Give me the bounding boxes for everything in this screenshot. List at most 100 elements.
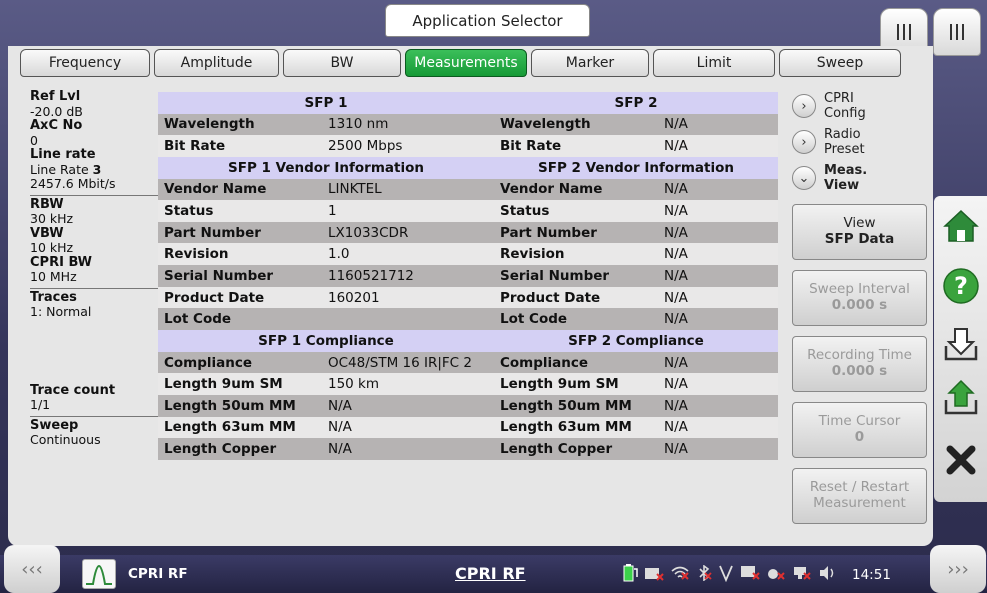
row-label: Length 50um MM xyxy=(494,394,658,417)
app-thumbnail-icon[interactable] xyxy=(82,559,116,589)
traces-label: Traces xyxy=(30,289,77,305)
row-label: Bit Rate xyxy=(158,135,322,157)
status-column: Ref Lvl -20.0 dB AxC No 0 Line rate Line… xyxy=(30,89,158,448)
recall-icon[interactable] xyxy=(937,374,985,422)
time-cursor-label: Time Cursor xyxy=(818,413,901,429)
radio-preset-item[interactable]: › Radio Preset xyxy=(786,124,928,160)
chevrons-left-icon: ‹‹‹ xyxy=(21,558,43,580)
row-label: Revision xyxy=(494,243,658,266)
sfp1-vendor-header: SFP 1 Vendor Information xyxy=(158,156,494,179)
ref-lvl-value: -20.0 dB xyxy=(30,103,83,119)
sfp1-value: N/A xyxy=(322,416,494,439)
sweep-value: Continuous xyxy=(30,432,101,447)
sfp2-value: N/A xyxy=(658,373,778,395)
sfp2-value: N/A xyxy=(658,351,778,374)
app-selector-title[interactable]: Application Selector xyxy=(385,4,590,37)
row-label: Part Number xyxy=(494,221,658,244)
sweep-interval-label: Sweep Interval xyxy=(809,281,910,297)
tab-amplitude[interactable]: Amplitude xyxy=(154,49,279,77)
current-app-label[interactable]: CPRI RF xyxy=(128,566,188,582)
table-row: Length 63um MM N/A Length 63um MM N/A xyxy=(158,416,778,439)
row-label: Product Date xyxy=(494,286,658,309)
table-row: Compliance OC48/STM 16 IR|FC 2 Compliance… xyxy=(158,351,778,374)
row-label: Serial Number xyxy=(158,265,322,287)
network-icon xyxy=(794,567,811,580)
view-sfp-data-button[interactable]: View SFP Data xyxy=(792,204,927,260)
row-label: Wavelength xyxy=(158,113,322,136)
radio-preset-label-1: Radio xyxy=(824,127,861,142)
line-rate-number: 3 xyxy=(92,161,102,177)
sweep-interval-button[interactable]: Sweep Interval 0.000 s xyxy=(792,270,927,326)
sfp-data-label: SFP Data xyxy=(824,231,895,247)
row-label: Lot Code xyxy=(494,308,658,331)
sfp1-value: LINKTEL xyxy=(322,178,494,201)
table-row: Vendor Name LINKTEL Vendor Name N/A xyxy=(158,178,778,201)
row-label: Wavelength xyxy=(494,113,658,136)
meas-view-item[interactable]: ⌄ Meas. View xyxy=(786,160,928,196)
sfp2-vendor-header: SFP 2 Vendor Information xyxy=(494,156,778,179)
divider xyxy=(30,194,158,196)
table-header-row: SFP 1 Compliance SFP 2 Compliance xyxy=(158,330,778,352)
tab-limit[interactable]: Limit xyxy=(653,49,775,77)
tab-sweep[interactable]: Sweep xyxy=(779,49,901,77)
system-icon-strip: ? xyxy=(934,196,987,502)
storage-icon xyxy=(645,568,664,581)
sweep-interval-value: 0.000 s xyxy=(831,297,888,313)
help-icon[interactable]: ? xyxy=(937,262,985,310)
recording-time-value: 0.000 s xyxy=(831,363,888,379)
row-label: Length 9um SM xyxy=(494,373,658,395)
table-row: Length Copper N/A Length Copper N/A xyxy=(158,438,778,460)
tab-measurements[interactable]: Measurements xyxy=(405,49,527,77)
axc-label: AxC No xyxy=(30,118,83,133)
menu-handle-right[interactable] xyxy=(933,8,981,56)
row-label: Compliance xyxy=(158,351,322,374)
status-icon-tray xyxy=(622,563,836,583)
divider xyxy=(30,287,158,289)
trace-count-label: Trace count xyxy=(30,382,116,398)
right-drawer-handle[interactable]: ››› xyxy=(930,545,986,593)
screen-icon xyxy=(741,566,760,580)
ref-lvl-label: Ref Lvl xyxy=(30,89,81,104)
reset-restart-label: Reset / Restart xyxy=(809,479,910,495)
sfp2-value: N/A xyxy=(658,178,778,201)
table-row: Bit Rate 2500 Mbps Bit Rate N/A xyxy=(158,135,778,157)
time-cursor-value: 0 xyxy=(854,429,865,445)
sfp1-value: 160201 xyxy=(322,286,494,309)
cpri-config-item[interactable]: › CPRI Config xyxy=(786,88,928,124)
time-cursor-button[interactable]: Time Cursor 0 xyxy=(792,402,927,458)
bluetooth-icon xyxy=(699,565,712,581)
tab-marker[interactable]: Marker xyxy=(531,49,649,77)
row-label: Bit Rate xyxy=(494,135,658,157)
sfp1-header: SFP 1 xyxy=(158,92,494,114)
tab-frequency[interactable]: Frequency xyxy=(20,49,150,77)
recording-time-label: Recording Time xyxy=(807,347,912,363)
table-row: Lot Code Lot Code N/A xyxy=(158,308,778,331)
sfp2-value: N/A xyxy=(658,113,778,136)
row-label: Product Date xyxy=(158,286,322,309)
save-icon[interactable] xyxy=(937,320,985,368)
clock: 14:51 xyxy=(852,567,891,583)
svg-text:?: ? xyxy=(954,272,968,300)
left-drawer-handle[interactable]: ‹‹‹ xyxy=(4,545,60,593)
table-row: Serial Number 1160521712 Serial Number N/A xyxy=(158,265,778,287)
home-icon[interactable] xyxy=(937,202,985,250)
table-row: Length 50um MM N/A Length 50um MM N/A xyxy=(158,394,778,417)
reset-restart-button[interactable]: Reset / Restart Measurement xyxy=(792,468,927,524)
cpri-bw-value: 10 MHz xyxy=(30,269,77,284)
divider xyxy=(30,415,158,417)
line-rate-prefix: Line Rate xyxy=(30,161,93,177)
sfp2-value: N/A xyxy=(658,135,778,157)
recording-time-button[interactable]: Recording Time 0.000 s xyxy=(792,336,927,392)
tab-bw[interactable]: BW xyxy=(283,49,401,77)
row-label: Status xyxy=(494,200,658,222)
active-app-link[interactable]: CPRI RF xyxy=(455,564,526,583)
row-label: Length Copper xyxy=(158,438,322,460)
sfp2-compliance-header: SFP 2 Compliance xyxy=(494,330,778,352)
row-label: Vendor Name xyxy=(494,178,658,201)
sfp2-value: N/A xyxy=(658,286,778,309)
table-row: Length 9um SM 150 km Length 9um SM N/A xyxy=(158,373,778,395)
close-icon[interactable] xyxy=(937,436,985,484)
sfp1-value: 2500 Mbps xyxy=(322,135,494,157)
table-row: Product Date 160201 Product Date N/A xyxy=(158,286,778,309)
row-label: Length Copper xyxy=(494,438,658,460)
